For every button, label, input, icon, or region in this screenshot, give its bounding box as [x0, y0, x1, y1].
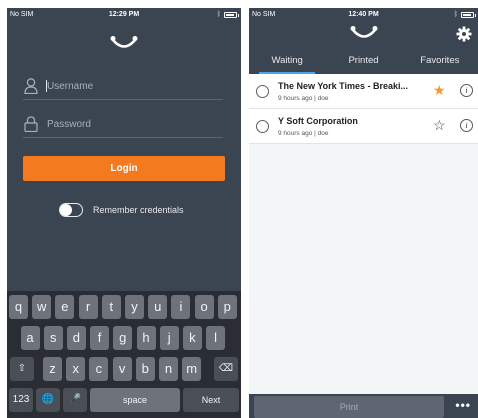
key-e[interactable]: e	[55, 295, 75, 319]
key-g[interactable]: g	[113, 326, 133, 350]
login-button[interactable]: Login	[23, 156, 225, 181]
remember-credentials[interactable]: Remember credentials	[59, 203, 184, 217]
key-n[interactable]: n	[159, 357, 178, 381]
shift-key-icon[interactable]: ⇧	[10, 357, 34, 381]
password-placeholder: Password	[47, 119, 91, 130]
screenshot-stage: No SIM 12:29 PM ᛒ Username Password Logi…	[0, 0, 478, 418]
keyboard-row-4: 123 🌐 🎤 space Next	[7, 388, 241, 412]
star-outline-icon[interactable]: ☆	[433, 118, 446, 132]
star-filled-icon[interactable]: ★	[433, 83, 446, 97]
key-l[interactable]: l	[206, 326, 226, 350]
microphone-key-icon[interactable]: 🎤	[63, 388, 87, 412]
backspace-key-icon[interactable]: ⌫	[214, 357, 238, 381]
tab-bar: Waiting Printed Favorites	[249, 54, 478, 74]
more-icon[interactable]: •••	[455, 398, 471, 412]
key-f[interactable]: f	[90, 326, 110, 350]
key-s[interactable]: s	[43, 326, 63, 350]
list-item[interactable]: Y Soft Corporation 9 hours ago | doe ☆ i	[249, 109, 478, 144]
globe-key-icon[interactable]: 🌐	[36, 388, 60, 412]
list-item[interactable]: The New York Times - Breaki... 9 hours a…	[249, 74, 478, 109]
header: No SIM 12:40 PM ᛒ Waiting Printed Favori…	[249, 8, 478, 74]
key-o[interactable]: o	[194, 295, 214, 319]
numbers-key[interactable]: 123	[9, 388, 33, 412]
key-z[interactable]: z	[43, 357, 62, 381]
key-a[interactable]: a	[20, 326, 40, 350]
status-right: ᛒ	[216, 11, 239, 18]
login-screen: No SIM 12:29 PM ᛒ Username Password Logi…	[7, 8, 241, 418]
status-bar: No SIM 12:40 PM ᛒ	[249, 8, 478, 22]
on-screen-keyboard: qwertyuiop asdfghjkl ⇧ ⌫ zxcvbnm 123 🌐 🎤…	[7, 291, 241, 418]
key-m[interactable]: m	[182, 357, 202, 381]
clock: 12:29 PM	[108, 11, 140, 18]
status-bar: No SIM 12:29 PM ᛒ	[7, 8, 241, 22]
remember-label: Remember credentials	[93, 205, 184, 215]
lock-icon	[24, 116, 38, 133]
key-h[interactable]: h	[136, 326, 156, 350]
key-d[interactable]: d	[66, 326, 86, 350]
bluetooth-icon: ᛒ	[453, 11, 458, 18]
key-r[interactable]: r	[78, 295, 98, 319]
select-radio[interactable]	[256, 120, 269, 133]
keyboard-row-3: ⇧ ⌫ zxcvbnm	[7, 357, 241, 381]
key-k[interactable]: k	[182, 326, 202, 350]
info-icon[interactable]: i	[460, 119, 473, 132]
keyboard-row-1: qwertyuiop	[7, 295, 241, 319]
battery-icon	[224, 11, 239, 18]
password-field[interactable]: Password	[23, 116, 223, 138]
info-icon[interactable]: i	[460, 84, 473, 97]
username-field[interactable]: Username	[23, 78, 223, 100]
bottom-toolbar: Print •••	[249, 394, 478, 418]
key-v[interactable]: v	[112, 357, 132, 381]
key-y[interactable]: y	[125, 295, 144, 319]
job-meta: 9 hours ago | doe	[278, 130, 329, 137]
key-c[interactable]: c	[89, 357, 109, 381]
job-meta: 9 hours ago | doe	[278, 95, 329, 102]
user-icon	[24, 78, 38, 95]
remember-toggle[interactable]	[59, 203, 83, 217]
key-w[interactable]: w	[32, 295, 52, 319]
select-radio[interactable]	[256, 85, 269, 98]
app-logo	[110, 36, 138, 50]
bluetooth-icon: ᛒ	[216, 11, 221, 18]
job-title: The New York Times - Breaki...	[278, 81, 409, 91]
tab-printed[interactable]: Printed	[325, 54, 401, 74]
key-u[interactable]: u	[148, 295, 168, 319]
print-queue-screen: No SIM 12:40 PM ᛒ Waiting Printed Favori…	[249, 8, 478, 418]
print-button[interactable]: Print	[254, 396, 444, 418]
username-placeholder: Username	[47, 81, 94, 92]
status-right: ᛒ	[453, 11, 476, 18]
key-i[interactable]: i	[171, 295, 191, 319]
tab-waiting[interactable]: Waiting	[249, 54, 325, 74]
gear-icon[interactable]	[456, 26, 472, 42]
key-p[interactable]: p	[217, 295, 237, 319]
keyboard-row-2: asdfghjkl	[7, 326, 241, 350]
battery-icon	[461, 11, 476, 18]
key-q[interactable]: q	[9, 295, 28, 319]
key-b[interactable]: b	[135, 357, 155, 381]
app-logo	[350, 26, 378, 40]
key-t[interactable]: t	[101, 295, 121, 319]
job-title: Y Soft Corporation	[278, 116, 358, 126]
key-j[interactable]: j	[159, 326, 179, 350]
next-key[interactable]: Next	[183, 388, 239, 412]
job-list: The New York Times - Breaki... 9 hours a…	[249, 74, 478, 144]
key-x[interactable]: x	[66, 357, 86, 381]
tab-favorites[interactable]: Favorites	[402, 54, 478, 74]
clock: 12:40 PM	[348, 11, 379, 18]
space-key[interactable]: space	[90, 388, 180, 412]
